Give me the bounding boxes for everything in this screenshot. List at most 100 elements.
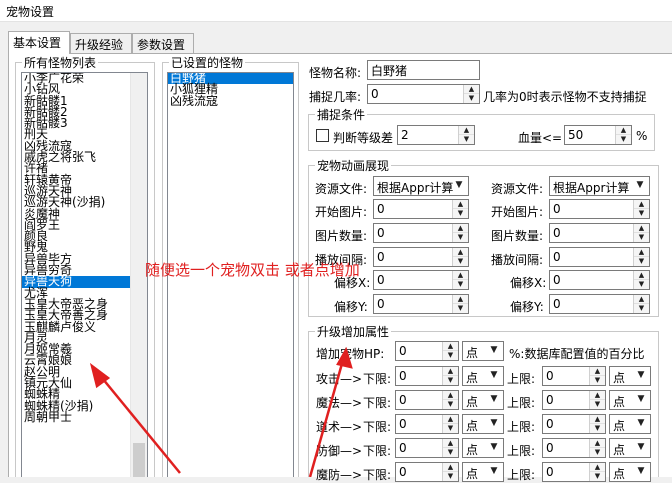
right-interval-spinner[interactable]: 0 ▲ ▼ (549, 247, 650, 267)
upgrade-low-label: 下限: (363, 444, 392, 458)
spin-down-icon[interactable]: ▼ (634, 280, 649, 289)
spin-up-icon[interactable]: ▲ (634, 248, 649, 257)
capture-rate-spinner[interactable]: 0 ▲ ▼ (367, 84, 480, 104)
spin-down-icon[interactable]: ▼ (453, 257, 468, 266)
spin-up-icon[interactable]: ▲ (453, 271, 468, 280)
spin-down-icon[interactable]: ▼ (453, 304, 468, 313)
left-offset-x-spinner[interactable]: 0 ▲ ▼ (373, 270, 469, 290)
judge-level-label: 判断等级差 (333, 131, 394, 145)
pet-hp-spinner[interactable]: 0 ▲ ▼ (395, 341, 459, 361)
spin-down-icon[interactable]: ▼ (453, 233, 468, 242)
spin-up-icon[interactable]: ▲ (453, 200, 468, 209)
spin-up-icon[interactable]: ▲ (443, 342, 458, 351)
chevron-down-icon: ▼ (490, 394, 498, 404)
spin-up-icon[interactable]: ▲ (443, 439, 458, 448)
right-image-count-label: 图片数量: (491, 229, 544, 243)
judge-level-checkbox[interactable] (316, 129, 329, 142)
spin-down-icon[interactable]: ▼ (443, 376, 458, 385)
upgrade-high-unit-select[interactable]: 点 ▼ (609, 390, 651, 410)
right-offset-x-spinner[interactable]: 0 ▲ ▼ (549, 270, 650, 290)
upgrade-low-spinner[interactable]: 0 ▲ ▼ (395, 414, 459, 434)
spin-up-icon[interactable]: ▲ (453, 248, 468, 257)
right-start-image-spinner[interactable]: 0 ▲ ▼ (549, 199, 650, 219)
spin-down-icon[interactable]: ▼ (590, 448, 605, 457)
chevron-down-icon: ▼ (637, 394, 645, 404)
upgrade-low-spinner[interactable]: 0 ▲ ▼ (395, 462, 459, 482)
spin-up-icon[interactable]: ▲ (443, 391, 458, 400)
upgrade-high-spinner[interactable]: 0 ▲ ▼ (542, 390, 606, 410)
right-image-count-spinner[interactable]: 0 ▲ ▼ (549, 223, 650, 243)
spin-down-icon[interactable]: ▼ (634, 304, 649, 313)
right-resource-select[interactable]: 根据Appr计算 ▼ (549, 176, 650, 196)
spin-up-icon[interactable]: ▲ (634, 200, 649, 209)
upgrade-low-spinner[interactable]: 0 ▲ ▼ (395, 366, 459, 386)
left-start-image-spinner[interactable]: 0 ▲ ▼ (373, 199, 469, 219)
upgrade-high-spinner[interactable]: 0 ▲ ▼ (542, 414, 606, 434)
spin-down-icon[interactable]: ▼ (459, 135, 474, 144)
spin-up-icon[interactable]: ▲ (590, 463, 605, 472)
spin-down-icon[interactable]: ▼ (590, 400, 605, 409)
spin-up-icon[interactable]: ▲ (453, 224, 468, 233)
upgrade-low-unit-select[interactable]: 点 ▼ (462, 366, 504, 386)
spin-down-icon[interactable]: ▼ (443, 448, 458, 457)
upgrade-high-spinner[interactable]: 0 ▲ ▼ (542, 462, 606, 482)
left-interval-spinner[interactable]: 0 ▲ ▼ (373, 247, 469, 267)
hp-threshold-spinner[interactable]: 50 ▲ ▼ (564, 125, 632, 145)
left-start-image-label: 开始图片: (315, 205, 368, 219)
pet-hp-unit-select[interactable]: 点 ▼ (462, 341, 504, 361)
upgrade-low-unit-select[interactable]: 点 ▼ (462, 438, 504, 458)
left-offset-y-spinner[interactable]: 0 ▲ ▼ (373, 294, 469, 314)
spin-up-icon[interactable]: ▲ (634, 295, 649, 304)
spin-down-icon[interactable]: ▼ (616, 135, 631, 144)
scrollbar-thumb[interactable] (133, 443, 145, 477)
upgrade-low-spinner[interactable]: 0 ▲ ▼ (395, 390, 459, 410)
spin-up-icon[interactable]: ▲ (464, 85, 479, 94)
spin-down-icon[interactable]: ▼ (634, 233, 649, 242)
set-monster-item[interactable]: 凶残流寇 (168, 94, 293, 107)
spin-up-icon[interactable]: ▲ (590, 367, 605, 376)
upgrade-high-unit-select[interactable]: 点 ▼ (609, 366, 651, 386)
upgrade-low-unit-select[interactable]: 点 ▼ (462, 390, 504, 410)
spin-up-icon[interactable]: ▲ (443, 367, 458, 376)
right-offset-y-spinner[interactable]: 0 ▲ ▼ (549, 294, 650, 314)
spin-up-icon[interactable]: ▲ (590, 415, 605, 424)
spin-down-icon[interactable]: ▼ (453, 280, 468, 289)
spin-down-icon[interactable]: ▼ (443, 351, 458, 360)
upgrade-low-unit-select[interactable]: 点 ▼ (462, 414, 504, 434)
upgrade-low-label: 下限: (363, 420, 392, 434)
spin-down-icon[interactable]: ▼ (453, 209, 468, 218)
spin-down-icon[interactable]: ▼ (590, 424, 605, 433)
spin-up-icon[interactable]: ▲ (453, 295, 468, 304)
spin-down-icon[interactable]: ▼ (590, 376, 605, 385)
left-resource-select[interactable]: 根据Appr计算 ▼ (373, 176, 469, 196)
spin-up-icon[interactable]: ▲ (443, 463, 458, 472)
right-offset-y-label: 偏移Y: (510, 300, 544, 314)
upgrade-low-unit-select[interactable]: 点 ▼ (462, 462, 504, 482)
upgrade-high-unit-select[interactable]: 点 ▼ (609, 462, 651, 482)
all-monster-item[interactable]: 周朝甲士 (22, 411, 147, 423)
spin-down-icon[interactable]: ▼ (464, 94, 479, 103)
spin-down-icon[interactable]: ▼ (443, 400, 458, 409)
spin-down-icon[interactable]: ▼ (634, 209, 649, 218)
spin-up-icon[interactable]: ▲ (590, 439, 605, 448)
left-image-count-spinner[interactable]: 0 ▲ ▼ (373, 223, 469, 243)
tab-param-settings[interactable]: 参数设置 (132, 33, 194, 53)
upgrade-high-unit-select[interactable]: 点 ▼ (609, 438, 651, 458)
upgrade-high-spinner[interactable]: 0 ▲ ▼ (542, 366, 606, 386)
monster-name-input[interactable]: 白野猪 (367, 60, 480, 80)
spin-down-icon[interactable]: ▼ (634, 257, 649, 266)
spin-up-icon[interactable]: ▲ (443, 415, 458, 424)
upgrade-high-unit-select[interactable]: 点 ▼ (609, 414, 651, 434)
tab-upgrade-exp[interactable]: 升级经验 (70, 33, 132, 53)
level-diff-spinner[interactable]: 2 ▲ ▼ (397, 125, 475, 145)
all-monsters-list[interactable]: 小李广花荣 小钻风 新骷髅1 新骷髅2 新骷髅3 刑天 凶残流寇 戚虎之将张飞 许褚 轩辕黄帝 巡游… (21, 72, 148, 477)
spin-up-icon[interactable]: ▲ (459, 126, 474, 135)
spin-up-icon[interactable]: ▲ (590, 391, 605, 400)
upgrade-high-spinner[interactable]: 0 ▲ ▼ (542, 438, 606, 458)
spin-down-icon[interactable]: ▼ (443, 424, 458, 433)
spin-up-icon[interactable]: ▲ (634, 224, 649, 233)
upgrade-low-spinner[interactable]: 0 ▲ ▼ (395, 438, 459, 458)
spin-up-icon[interactable]: ▲ (616, 126, 631, 135)
spin-up-icon[interactable]: ▲ (634, 271, 649, 280)
tab-basic-settings[interactable]: 基本设置 (8, 31, 70, 54)
